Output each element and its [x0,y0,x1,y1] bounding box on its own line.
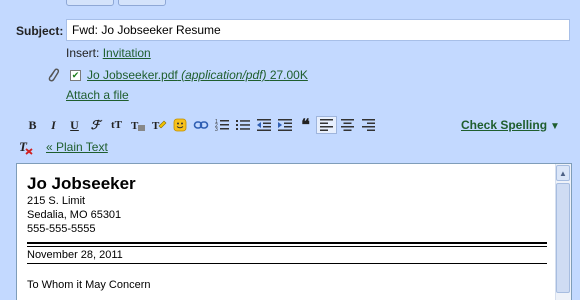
align-left-icon[interactable] [316,116,337,134]
scroll-up-arrow-icon[interactable]: ▲ [556,165,570,181]
font-size-icon[interactable]: tT [106,116,127,134]
font-icon[interactable]: ℱ [85,116,106,134]
insert-invitation-link[interactable]: Invitation [103,46,151,60]
attachment-row: ✔ Jo Jobseeker.pdf (application/pdf) 27.… [46,67,308,83]
decrease-indent-icon[interactable] [253,116,274,134]
subject-input[interactable] [66,19,570,41]
check-spelling-link[interactable]: Check Spelling ▼ [461,118,560,132]
attachment-link[interactable]: Jo Jobseeker.pdf (application/pdf) 27.00… [87,68,308,82]
resume-phone: 555-555-5555 [27,223,96,235]
underline-button[interactable]: U [64,116,85,134]
editor-scrollbar[interactable]: ▲ [555,164,571,300]
svg-text:T: T [19,139,28,154]
bulleted-list-icon[interactable] [232,116,253,134]
attachment-type: (application/pdf) [181,68,267,82]
attachment-name: Jo Jobseeker.pdf [87,68,178,82]
resume-name: Jo Jobseeker [27,174,136,193]
top-button-left[interactable] [66,0,114,6]
italic-button[interactable]: I [43,116,64,134]
plain-text-link[interactable]: « Plain Text [46,140,108,154]
letter-date: November 28, 2011 [27,249,123,261]
scroll-thumb[interactable] [556,183,570,293]
top-button-right[interactable] [118,0,166,6]
letter-greeting: To Whom it May Concern [27,279,151,291]
subject-label: Subject: [16,24,64,38]
svg-text:T: T [131,120,139,132]
increase-indent-icon[interactable] [274,116,295,134]
check-spelling-label: Check Spelling [461,118,548,132]
formatting-toolbar: B I U ℱ tT T T 123 ❝ [22,116,379,134]
attachment-size: 27.00K [269,68,308,82]
resume-document: Jo Jobseeker 215 S. Limit Sedalia, MO 65… [27,174,547,292]
text-color-icon[interactable]: T [127,116,148,134]
paperclip-icon [48,68,60,82]
message-body-editor[interactable]: Jo Jobseeker 215 S. Limit Sedalia, MO 65… [16,163,572,300]
insert-row: Insert: Invitation [66,46,151,60]
chevron-down-icon: ▼ [550,121,560,132]
divider-thick [27,242,547,244]
attach-file-link[interactable]: Attach a file [66,88,129,102]
svg-text:3: 3 [215,127,218,132]
bold-button[interactable]: B [22,116,43,134]
smiley-icon[interactable] [169,116,190,134]
align-right-icon[interactable] [358,116,379,134]
numbered-list-icon[interactable]: 123 [211,116,232,134]
insert-label: Insert: [66,46,100,60]
divider-date [27,263,547,264]
align-center-icon[interactable] [337,116,358,134]
divider-thin [27,246,547,247]
resume-address-line1: 215 S. Limit [27,195,86,207]
resume-address-line2: Sedalia, MO 65301 [27,209,122,221]
remove-formatting-icon[interactable]: T [18,139,34,155]
attachment-checkbox[interactable]: ✔ [70,69,81,81]
link-icon[interactable] [190,116,211,134]
quote-icon[interactable]: ❝ [295,116,316,134]
highlight-color-icon[interactable]: T [148,116,169,134]
